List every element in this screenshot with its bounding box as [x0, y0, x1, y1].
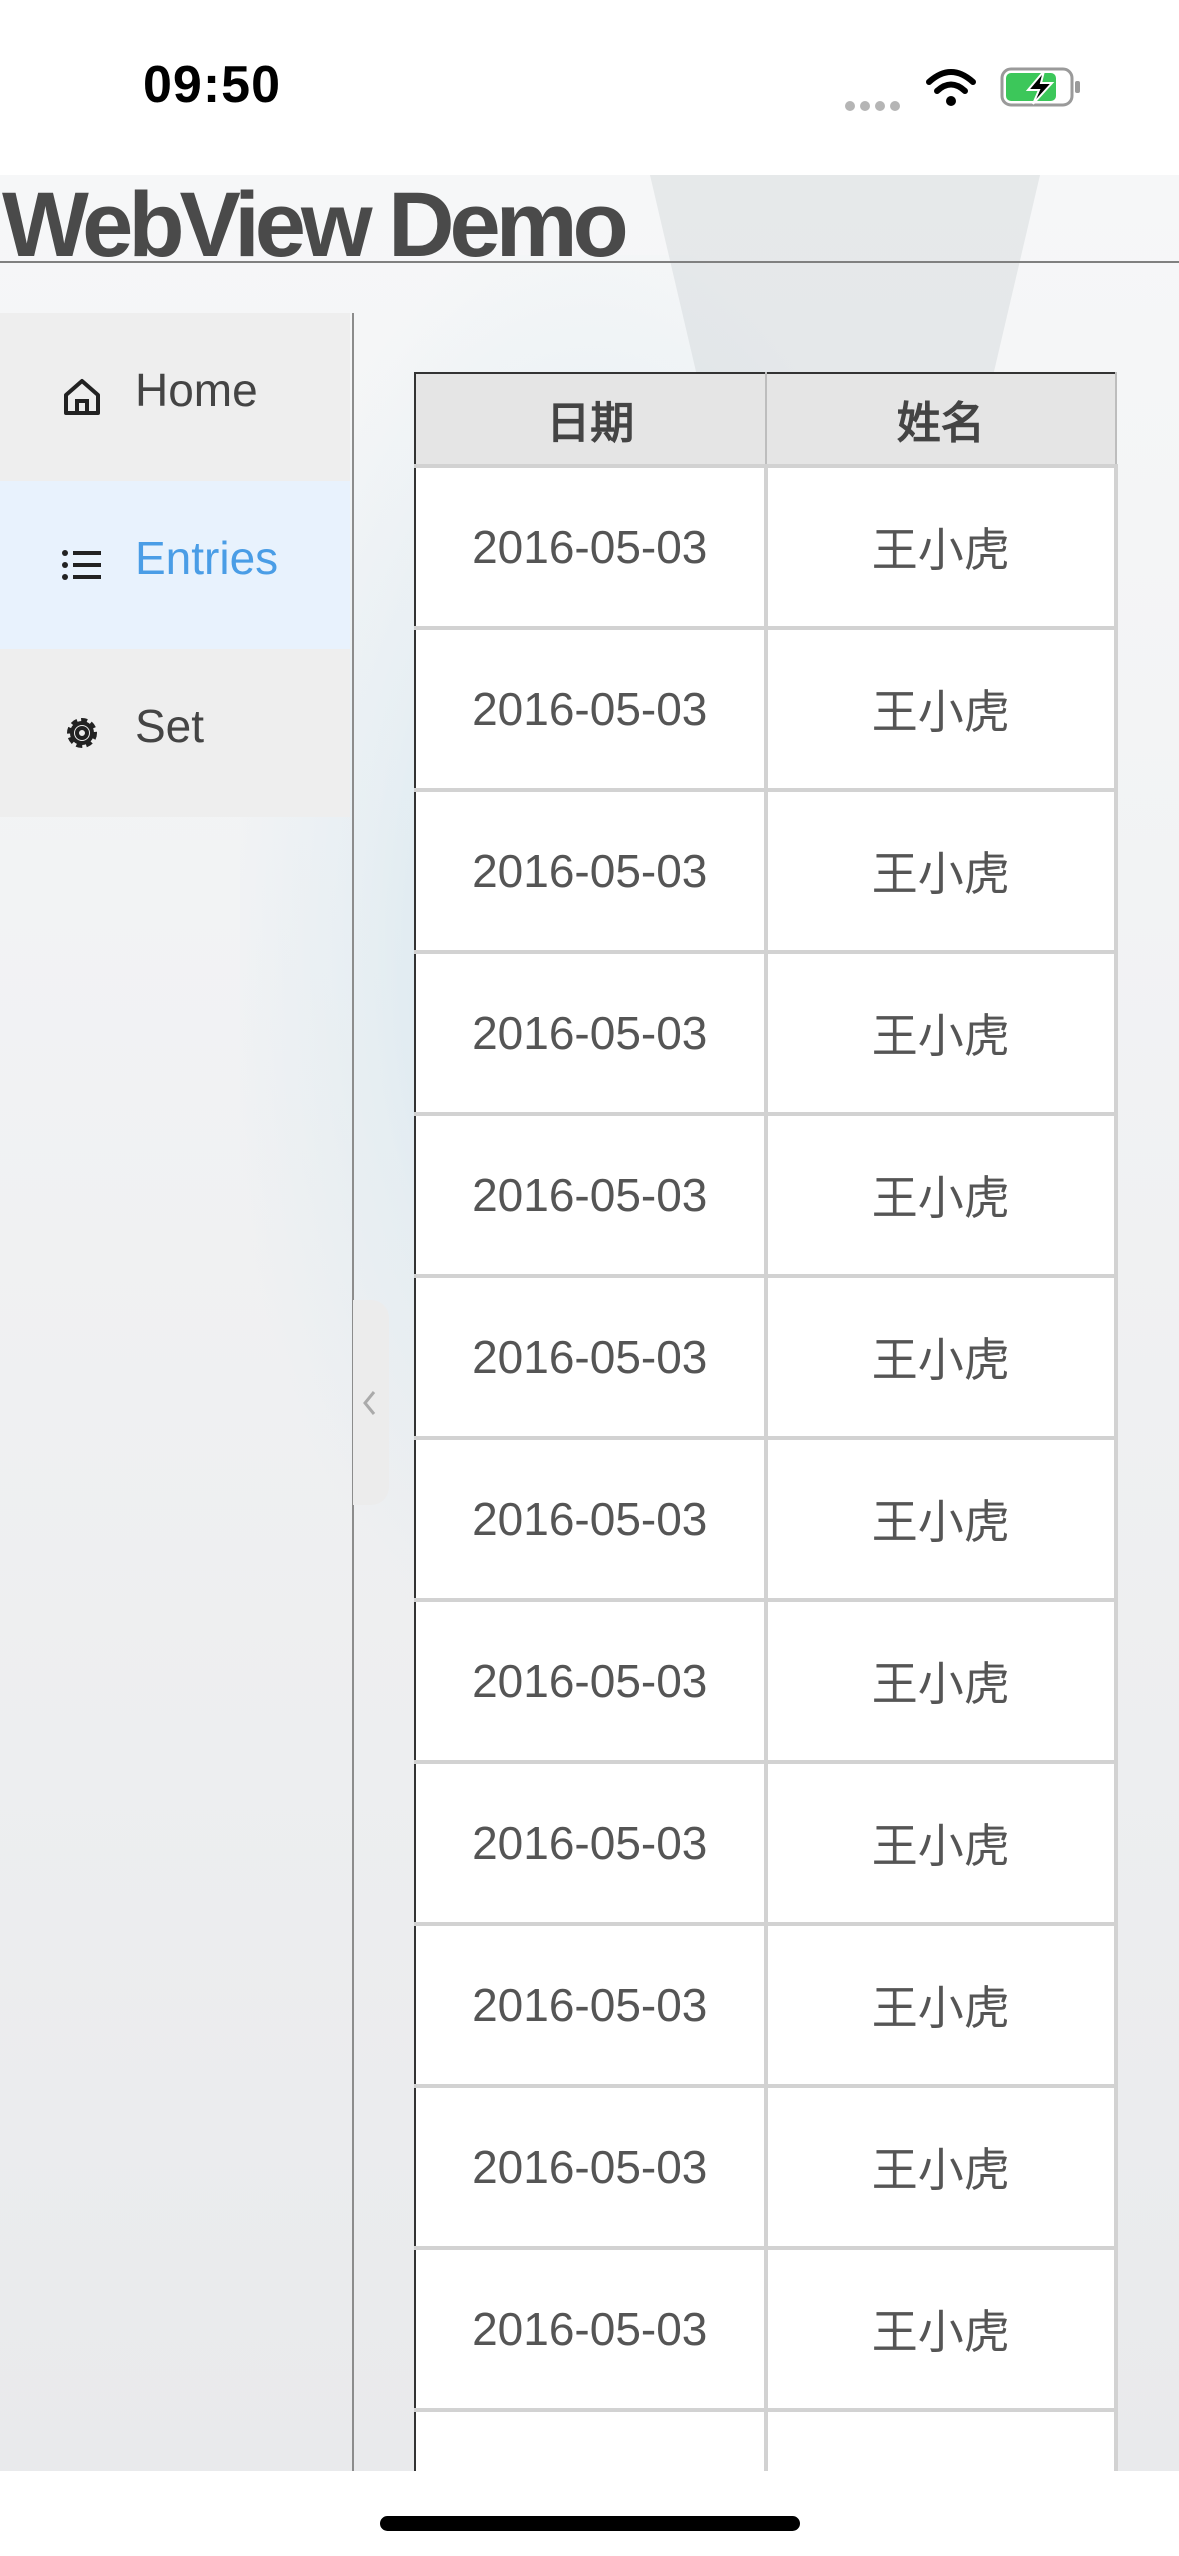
table-row[interactable]: 2016-05-03王小虎: [414, 1598, 1118, 1764]
date-cell: 2016-05-03: [414, 1274, 768, 1440]
name-cell: 王小虎: [763, 464, 1118, 630]
entries-table: 日期 姓名 2016-05-03 王小虎 2016-05-03 王小虎 2016-05-…: [414, 372, 1118, 2471]
name-cell: 王小虎: [763, 2246, 1118, 2412]
wifi-icon: [926, 69, 976, 106]
name-cell: 王小虎: [763, 950, 1118, 1116]
date-cell: 2016-05-03: [414, 788, 768, 954]
gear-icon: [67, 718, 97, 748]
name-cell: 王小虎: [763, 626, 1118, 792]
date-cell: 2016-05-03: [414, 464, 768, 630]
status-bar: 09:50: [0, 0, 1179, 175]
date-cell: 2016-05-03: [414, 1922, 768, 2088]
sidebar: Home Entries Set: [0, 313, 354, 2471]
name-cell: 王小虎: [763, 1436, 1118, 1602]
date-cell: 2016-05-03: [414, 2408, 768, 2471]
table-row[interactable]: 2016-05-03王小虎: [414, 1922, 1118, 2088]
app-title: WebView Demo: [2, 175, 629, 276]
sidebar-item-label: Set: [135, 700, 205, 752]
bottom-safe-area: [0, 2471, 1179, 2556]
table-row[interactable]: 2016-05-03王小虎: [414, 2084, 1118, 2250]
name-cell: 王小虎: [763, 1598, 1118, 1764]
table-row[interactable]: 2016-05-03王小虎: [414, 788, 1118, 954]
table-header-row: 日期 姓名: [414, 372, 1117, 467]
name-cell: 王小虎: [763, 1112, 1118, 1278]
sidebar-collapse-button[interactable]: [353, 1300, 389, 1505]
battery-charging-icon: [1000, 67, 1080, 107]
date-cell: 2016-05-03: [414, 950, 768, 1116]
name-cell: 王小虎: [763, 1274, 1118, 1440]
name-cell: 王小虎: [763, 1922, 1118, 2088]
date-cell: 2016-05-03: [414, 1760, 768, 1926]
name-cell: 王小虎: [763, 2408, 1118, 2471]
sidebar-item-label: Home: [135, 364, 258, 416]
date-cell: 2016-05-03: [414, 626, 768, 792]
home-icon: [64, 379, 100, 415]
table-row[interactable]: 2016-05-03王小虎: [414, 626, 1118, 792]
table-row[interactable]: 2016-05-03王小虎: [414, 1112, 1118, 1278]
table-row[interactable]: 2016-05-03王小虎: [414, 1274, 1118, 1440]
sidebar-item-home[interactable]: Home: [0, 313, 350, 481]
date-cell: 2016-05-03: [414, 2084, 768, 2250]
home-indicator[interactable]: [380, 2516, 800, 2531]
name-cell: 王小虎: [763, 2084, 1118, 2250]
table-row[interactable]: 2016-05-03王小虎: [414, 950, 1118, 1116]
chevron-left-icon: [363, 1391, 376, 1415]
column-header-name[interactable]: 姓名: [764, 372, 1117, 467]
date-cell: 2016-05-03: [414, 1436, 768, 1602]
status-time: 09:50: [143, 56, 281, 114]
name-cell: 王小虎: [763, 1760, 1118, 1926]
sidebar-item-set[interactable]: Set: [0, 649, 350, 817]
sidebar-item-entries[interactable]: Entries: [0, 481, 350, 649]
table-row[interactable]: 2016-05-03王小虎: [414, 1436, 1118, 1602]
name-cell: 王小虎: [763, 788, 1118, 954]
table-row[interactable]: 2016-05-03王小虎: [414, 1760, 1118, 1926]
table-row[interactable]: 2016-05-03王小虎: [414, 2408, 1118, 2471]
sidebar-item-label: Entries: [135, 532, 279, 584]
table-row[interactable]: 2016-05-03王小虎: [414, 464, 1118, 630]
table-row[interactable]: 2016-05-03王小虎: [414, 2246, 1118, 2412]
cellular-dots-icon: [845, 96, 905, 115]
date-cell: 2016-05-03: [414, 1112, 768, 1278]
list-icon: [62, 550, 101, 580]
app-header: WebView Demo: [0, 175, 1179, 275]
column-header-date[interactable]: 日期: [414, 372, 767, 467]
webview-app: WebView Demo Home Entries Set 日期 姓名 2016…: [0, 175, 1179, 2471]
date-cell: 2016-05-03: [414, 2246, 768, 2412]
date-cell: 2016-05-03: [414, 1598, 768, 1764]
